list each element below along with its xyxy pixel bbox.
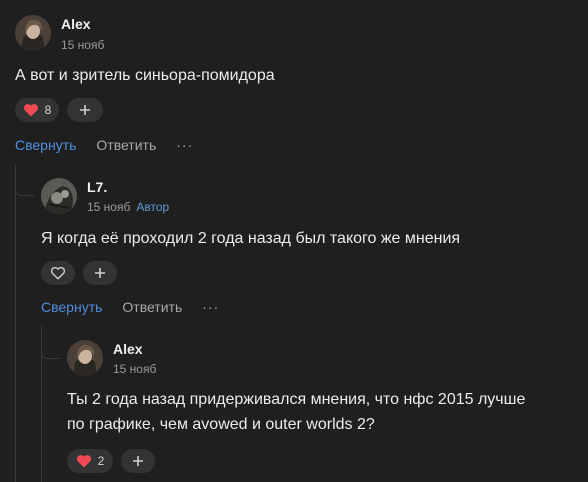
comment-date: 15 нояб	[87, 200, 131, 214]
comment-text-line-2: по графике, чем avowed и outer worlds 2?	[67, 416, 375, 433]
plus-icon	[94, 267, 106, 279]
thread-branch-level1	[15, 165, 34, 196]
comment-text: А вот и зритель синьора-помидора	[15, 67, 275, 84]
avatar[interactable]	[67, 340, 103, 376]
comment-actions: Свернуть Ответить ···	[41, 299, 219, 315]
collapse-button[interactable]: Свернуть	[41, 299, 102, 315]
comment-date: 15 нояб	[113, 362, 157, 376]
comment-author[interactable]: Alex	[61, 16, 91, 32]
heart-outline-icon	[50, 266, 66, 280]
heart-filled-icon	[23, 103, 39, 117]
more-button[interactable]: ···	[176, 137, 193, 153]
collapse-button[interactable]: Свернуть	[15, 137, 76, 153]
plus-icon	[79, 104, 91, 116]
add-reaction-button[interactable]	[67, 98, 103, 122]
add-reaction-button[interactable]	[121, 449, 155, 473]
avatar[interactable]	[15, 15, 51, 51]
comment-text: Я когда её проходил 2 года назад был так…	[41, 230, 461, 247]
comment-author[interactable]: Alex	[113, 341, 143, 357]
plus-icon	[132, 455, 144, 467]
more-button[interactable]: ···	[202, 299, 219, 315]
reply-button[interactable]: Ответить	[96, 137, 156, 153]
reply-button[interactable]: Ответить	[122, 299, 182, 315]
like-button[interactable]: 8	[15, 98, 59, 122]
comment-date: 15 нояб	[61, 38, 105, 52]
comment-actions: Свернуть Ответить ···	[15, 137, 193, 153]
avatar[interactable]	[41, 178, 77, 214]
author-badge: Автор	[136, 200, 170, 214]
like-count: 2	[97, 454, 105, 468]
add-reaction-button[interactable]	[83, 261, 117, 285]
comment-meta: 15 нояб Автор	[87, 200, 169, 214]
comment-author[interactable]: L7.	[87, 179, 107, 195]
heart-filled-icon	[76, 454, 92, 468]
like-count: 8	[44, 103, 52, 117]
thread-line-level1	[15, 165, 16, 482]
thread-branch-level2	[41, 326, 60, 359]
like-button[interactable]	[41, 261, 75, 285]
like-button[interactable]: 2	[67, 449, 113, 473]
comment-text-line-1: Ты 2 года назад придерживался мнения, чт…	[67, 391, 526, 408]
